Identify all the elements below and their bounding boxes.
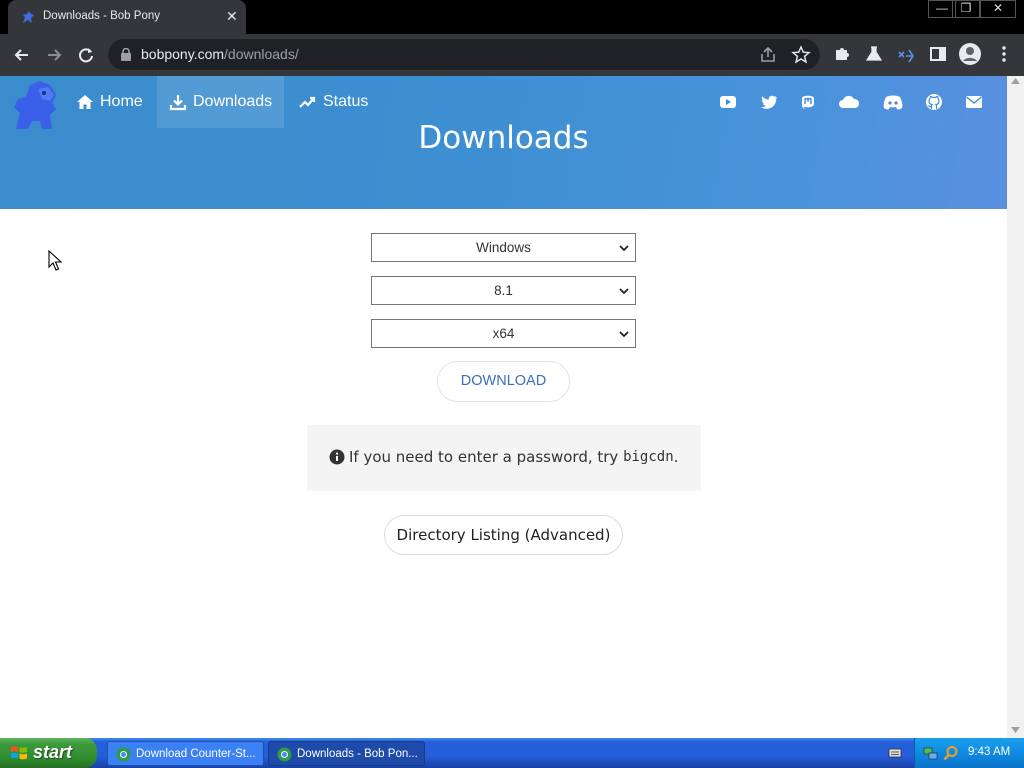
version-select[interactable]: 8.1 xyxy=(371,276,636,305)
cloud-icon[interactable] xyxy=(838,93,860,111)
scroll-down-arrow-icon[interactable] xyxy=(1011,727,1020,733)
mastodon-icon[interactable] xyxy=(799,93,817,111)
forward-arrow-icon[interactable] xyxy=(43,44,65,66)
network-icon[interactable] xyxy=(923,745,939,761)
password-code: bigcdn xyxy=(623,449,674,465)
chrome-menu-icon[interactable] xyxy=(994,44,1014,64)
chevron-down-icon xyxy=(619,288,629,295)
windows-taskbar: start Download Counter-St... Downloads -… xyxy=(0,738,1024,768)
download-button[interactable]: DOWNLOAD xyxy=(437,361,570,402)
chrome-app-icon xyxy=(116,747,131,762)
browser-titlebar: Downloads - Bob Pony ✕ — ❐ ✕ xyxy=(0,0,1024,34)
chevron-down-icon xyxy=(619,331,629,338)
system-clock[interactable]: 9:43 AM xyxy=(968,746,1010,758)
search-magnifier-icon[interactable] xyxy=(943,745,959,761)
windows-logo-icon xyxy=(11,746,27,760)
taskbar-item-downloads[interactable]: Downloads - Bob Pon... xyxy=(268,741,425,766)
taskbar-item-counter-strike[interactable]: Download Counter-St... xyxy=(107,741,264,766)
start-button[interactable]: start xyxy=(0,738,97,768)
share-icon[interactable] xyxy=(758,45,778,65)
scroll-up-arrow-icon[interactable] xyxy=(1011,78,1020,84)
password-notice: If you need to enter a password, try big… xyxy=(307,425,701,491)
twitter-icon[interactable] xyxy=(760,93,778,111)
notice-suffix: . xyxy=(673,448,679,466)
translate-extension-icon[interactable] xyxy=(896,44,916,64)
architecture-select[interactable]: x64 xyxy=(371,319,636,348)
restore-button[interactable]: ❐ xyxy=(952,0,980,18)
download-icon xyxy=(169,95,187,111)
labs-flask-icon[interactable] xyxy=(864,44,884,64)
github-icon[interactable] xyxy=(925,93,943,111)
page-title: Downloads xyxy=(418,120,589,156)
mouse-cursor-icon xyxy=(48,250,62,271)
back-arrow-icon[interactable] xyxy=(11,44,33,66)
keyboard-icon[interactable] xyxy=(888,746,902,760)
lock-icon[interactable] xyxy=(120,48,132,61)
profile-avatar-icon[interactable] xyxy=(958,42,982,66)
tab-close-icon[interactable]: ✕ xyxy=(226,8,238,24)
site-header: Home Downloads Status Downloads xyxy=(0,76,1007,209)
home-icon xyxy=(77,95,93,109)
mail-icon[interactable] xyxy=(965,93,983,111)
info-circle-icon xyxy=(329,449,345,465)
notice-prefix: If you need to enter a password, try xyxy=(349,448,619,466)
browser-toolbar: bobpony.com/downloads/ xyxy=(0,34,1024,76)
youtube-icon[interactable] xyxy=(719,93,737,111)
tab-title: Downloads - Bob Pony xyxy=(43,10,160,22)
address-bar[interactable]: bobpony.com/downloads/ xyxy=(108,39,820,70)
system-tray: 9:43 AM xyxy=(914,738,1024,768)
extensions-puzzle-icon[interactable] xyxy=(832,44,852,64)
bookmark-star-icon[interactable] xyxy=(791,45,811,65)
chevron-down-icon xyxy=(619,245,629,252)
trending-up-icon xyxy=(299,96,316,108)
os-select[interactable]: Windows xyxy=(371,233,636,262)
side-panel-icon[interactable] xyxy=(928,44,948,64)
reload-icon[interactable] xyxy=(75,44,97,66)
notice-text: If you need to enter a password, try big… xyxy=(329,448,678,466)
browser-tab[interactable]: Downloads - Bob Pony ✕ xyxy=(8,0,246,34)
page-scrollbar[interactable] xyxy=(1007,76,1024,738)
discord-icon[interactable] xyxy=(882,93,904,111)
close-window-button[interactable]: ✕ xyxy=(980,0,1016,18)
directory-listing-button[interactable]: Directory Listing (Advanced) xyxy=(384,515,623,555)
chrome-app-icon xyxy=(277,747,292,762)
url-text[interactable]: bobpony.com/downloads/ xyxy=(141,46,299,62)
bob-pony-favicon-icon xyxy=(23,11,34,23)
